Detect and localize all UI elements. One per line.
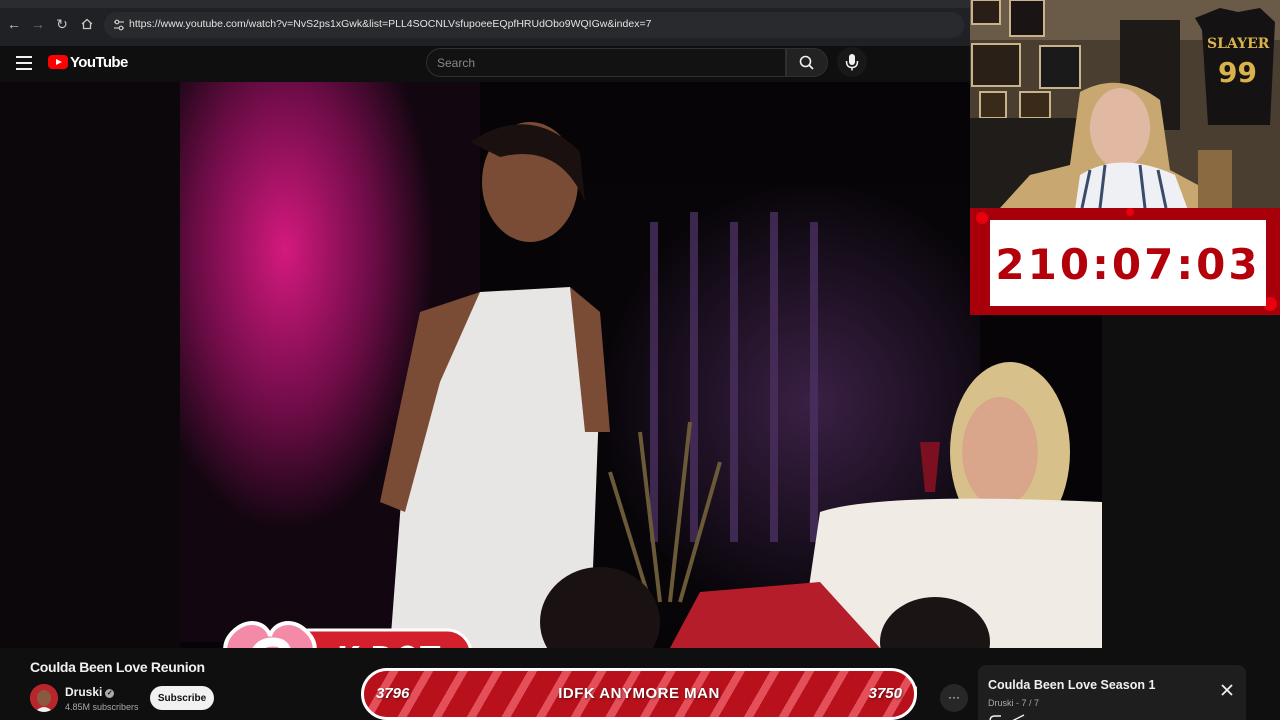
video-title: Coulda Been Love Reunion xyxy=(30,659,205,675)
countdown-text: 210:07:03 xyxy=(995,240,1261,289)
channel-name[interactable]: Druski ✓ xyxy=(65,685,115,699)
stream-goal-banner: 3796 IDFK ANYMORE MAN 3750 xyxy=(361,668,917,720)
browser-tabstrip xyxy=(0,0,970,8)
webcam-feed: SLAYER 99 xyxy=(970,0,1280,208)
home-icon[interactable] xyxy=(77,14,97,34)
playlist-panel: Coulda Been Love Season 1 Druski - 7 / 7 xyxy=(978,665,1246,720)
subscribe-button[interactable]: Subscribe xyxy=(150,686,214,710)
voice-search-button[interactable] xyxy=(837,47,867,77)
banner-right-count: 3750 xyxy=(868,685,902,702)
video-player[interactable]: K DOT xyxy=(0,82,1102,648)
timer-panel: 210:07:03 xyxy=(990,220,1266,306)
close-icon[interactable] xyxy=(1220,683,1234,697)
svg-text:99: 99 xyxy=(1218,56,1257,89)
microphone-icon xyxy=(845,54,859,71)
search-box[interactable] xyxy=(426,48,786,77)
url-text[interactable]: https://www.youtube.com/watch?v=NvS2ps1x… xyxy=(129,18,651,30)
svg-text:SLAYER: SLAYER xyxy=(1207,36,1270,52)
verified-icon: ✓ xyxy=(105,689,115,698)
name-caption-badge: K DOT xyxy=(215,612,475,648)
search-icon xyxy=(799,55,814,70)
video-frame xyxy=(0,82,1102,648)
browser-toolbar: ← → ↻ https://www.youtube.com/watch?v=Nv… xyxy=(0,0,970,46)
banner-message: IDFK ANYMORE MAN xyxy=(558,685,720,702)
channel-avatar[interactable] xyxy=(30,684,58,712)
youtube-wordmark[interactable]: YouTube xyxy=(70,54,128,71)
back-icon[interactable]: ← xyxy=(4,14,24,34)
more-actions-button[interactable]: ··· xyxy=(940,684,968,712)
address-bar[interactable]: https://www.youtube.com/watch?v=NvS2ps1x… xyxy=(104,12,964,38)
reload-icon[interactable]: ↻ xyxy=(52,14,72,34)
menu-icon[interactable] xyxy=(16,56,32,70)
youtube-logo-icon[interactable] xyxy=(48,55,68,69)
streamer-webcam: SLAYER 99 xyxy=(970,0,1280,208)
playlist-title[interactable]: Coulda Been Love Season 1 xyxy=(988,678,1155,692)
stream-timer-overlay: 210:07:03 xyxy=(970,208,1280,315)
avatar-icon xyxy=(30,684,58,712)
loop-shuffle-icon[interactable] xyxy=(988,713,1028,720)
caption-name-text: K DOT xyxy=(337,639,440,648)
youtube-header: YouTube xyxy=(0,46,970,82)
site-settings-icon[interactable] xyxy=(112,18,126,32)
channel-name-text[interactable]: Druski xyxy=(65,685,102,699)
forward-icon[interactable]: → xyxy=(28,14,48,34)
search-input[interactable] xyxy=(437,56,767,70)
search-button[interactable] xyxy=(786,48,828,77)
subscriber-count: 4.85M subscribers xyxy=(65,702,139,712)
playlist-subtitle: Druski - 7 / 7 xyxy=(988,698,1040,708)
